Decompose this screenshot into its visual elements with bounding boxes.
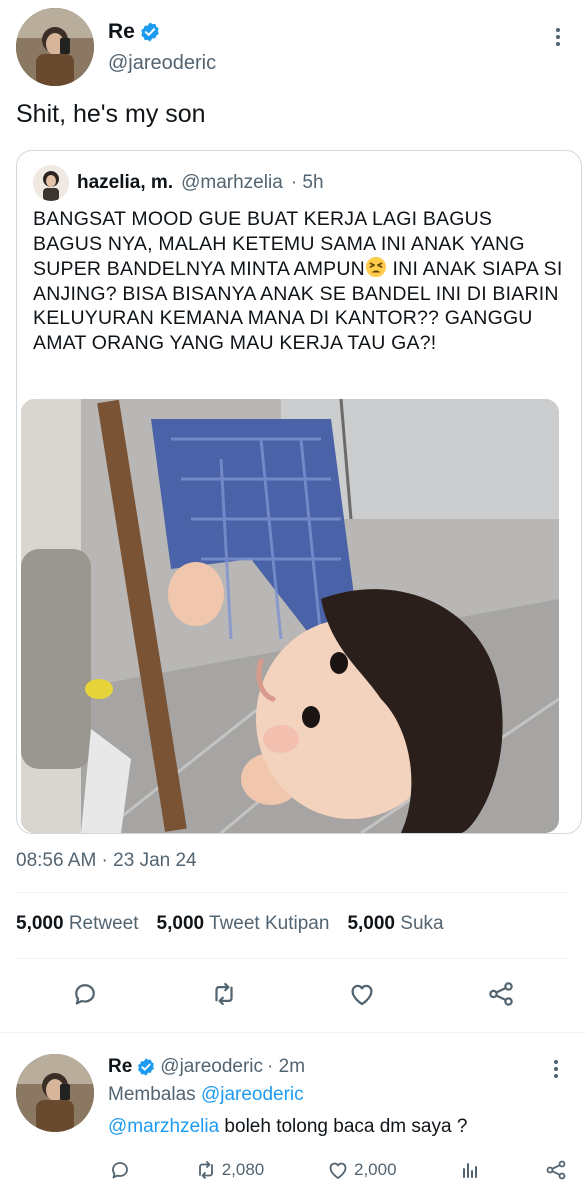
quoted-author-name[interactable]: hazelia, m. [77, 172, 173, 194]
quoted-author-avatar[interactable] [33, 165, 69, 201]
divider [16, 958, 570, 959]
reply-icon [75, 984, 96, 1005]
author-avatar[interactable] [16, 8, 94, 86]
retweets-count: 5,000 [16, 913, 64, 934]
quote-tweets-stat[interactable]: 5,000 Tweet Kutipan [157, 913, 330, 935]
more-options-icon[interactable] [546, 22, 570, 52]
tweet-action-bar [16, 970, 570, 1018]
like-icon [351, 984, 373, 1006]
reply-action-bar: 2,080 2,000 [108, 1156, 568, 1184]
quoted-tweet-photo[interactable] [21, 399, 559, 833]
engagement-stats: 5,000 Retweet 5,000 Tweet Kutipan 5,000 … [16, 913, 444, 935]
verified-badge-icon [139, 21, 161, 43]
reply-author-avatar[interactable] [16, 1054, 94, 1132]
tweet-header: Re @jareoderic [16, 8, 570, 88]
reply-more-options-icon[interactable] [544, 1056, 568, 1082]
reply-text: @marzhzelia boleh tolong baca dm saya ? [108, 1116, 467, 1138]
reply-author-name[interactable]: Re [108, 1056, 132, 1078]
author-name-row: Re [108, 20, 161, 44]
reply-like-count: 2,000 [353, 1160, 397, 1179]
retweets-stat[interactable]: 5,000 Retweet [16, 913, 139, 935]
divider [16, 892, 570, 893]
likes-label: Suka [400, 913, 444, 934]
tweet-text: Shit, he's my son [16, 100, 206, 128]
section-divider [0, 1032, 586, 1033]
reply-tweet[interactable]: Re @jareoderic · 2m Membalas @jareoderic… [16, 1050, 570, 1200]
tired-face-emoji-icon [365, 256, 387, 278]
retweets-label: Retweet [68, 913, 139, 934]
quote-tweets-label: Tweet Kutipan [209, 913, 330, 934]
share-button[interactable] [481, 974, 521, 1014]
quoted-tweet[interactable]: hazelia, m. @marhzelia · 5h BANGSAT MOOD… [16, 150, 582, 834]
likes-count: 5,000 [347, 913, 395, 934]
quoted-tweet-header: hazelia, m. @marhzelia · 5h [33, 165, 324, 201]
retweet-button[interactable] [204, 974, 244, 1014]
author-name[interactable]: Re [108, 20, 135, 44]
share-icon [489, 982, 513, 1006]
analytics-icon [463, 1163, 478, 1178]
reply-text-body: boleh tolong baca dm saya ? [219, 1116, 468, 1137]
author-handle[interactable]: @jareoderic [108, 52, 216, 75]
like-icon [329, 1162, 347, 1179]
replying-to: Membalas @jareoderic [108, 1084, 304, 1106]
replying-label: Membalas [108, 1084, 196, 1105]
like-button[interactable] [342, 974, 382, 1014]
reply-header: Re @jareoderic · 2m [108, 1056, 305, 1078]
reply-retweet-button[interactable]: 2,080 [194, 1158, 265, 1182]
reply-retweet-count: 2,080 [221, 1160, 265, 1179]
reply-analytics-button[interactable] [458, 1158, 482, 1182]
reply-author-handle[interactable]: @jareoderic [160, 1056, 263, 1078]
replying-to-link[interactable]: @jareoderic [201, 1084, 304, 1105]
reply-button[interactable] [65, 974, 105, 1014]
share-icon [546, 1160, 566, 1180]
reply-like-button[interactable]: 2,000 [326, 1158, 397, 1182]
reply-time: · 2m [267, 1056, 306, 1077]
quoted-tweet-time: · 5h [290, 172, 324, 193]
quote-tweets-count: 5,000 [156, 913, 205, 934]
retweet-icon [215, 982, 233, 1006]
reply-share-button[interactable] [544, 1158, 568, 1182]
quoted-author-handle[interactable]: @marhzelia [181, 172, 283, 194]
reply-reply-button[interactable] [108, 1158, 132, 1182]
quoted-tweet-text: BANGSAT MOOD GUE BUAT KERJA LAGI BAGUS B… [33, 207, 563, 355]
retweet-icon [198, 1161, 213, 1179]
mention-link[interactable]: @marzhzelia [108, 1116, 219, 1137]
verified-badge-icon [136, 1057, 156, 1077]
likes-stat[interactable]: 5,000 Suka [347, 913, 443, 935]
reply-icon [112, 1162, 128, 1179]
tweet-timestamp[interactable]: 08:56 AM · 23 Jan 24 [16, 850, 197, 872]
